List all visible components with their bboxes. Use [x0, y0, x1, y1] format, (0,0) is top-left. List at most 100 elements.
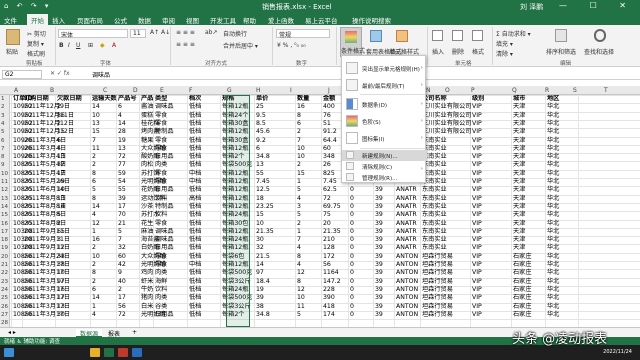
table-cell[interactable]: VIP	[472, 261, 482, 269]
table-cell[interactable]: ANTON	[396, 278, 418, 286]
table-cell[interactable]: 石家庄	[513, 269, 532, 277]
menu-clear-rules[interactable]: 清除规则(C) ›	[342, 161, 427, 172]
table-cell[interactable]: 零食	[155, 220, 167, 228]
table-cell[interactable]: 东南实业	[422, 228, 447, 236]
column-header[interactable]: J	[328, 87, 330, 94]
table-cell[interactable]: 60	[118, 253, 126, 261]
table-cell[interactable]: 40	[118, 278, 126, 286]
table-cell[interactable]: 39	[375, 203, 383, 211]
table-cell[interactable]: ANATR	[396, 195, 417, 203]
row-header[interactable]: 11	[1, 179, 8, 185]
table-cell[interactable]: 沙茶	[141, 203, 153, 211]
table-cell[interactable]: 0	[350, 228, 354, 236]
table-cell[interactable]: 33	[57, 253, 65, 261]
table-cell[interactable]: 天津	[513, 244, 525, 252]
align-top-icon[interactable]: ≡ ≡ ≡	[176, 29, 195, 36]
table-cell[interactable]: 坦森行贸易	[422, 303, 453, 311]
header-cell[interactable]: 金额	[323, 95, 335, 103]
format-cells-icon[interactable]	[472, 30, 483, 41]
table-cell[interactable]: VIP	[472, 153, 482, 161]
table-cell[interactable]: 39	[375, 286, 383, 294]
menu-highlight-cells-rules[interactable]: 突出显示单元格规则(H) ›	[342, 60, 427, 76]
table-cell[interactable]: 天津	[513, 161, 525, 169]
table-cell[interactable]: 调味品	[155, 228, 174, 236]
table-cell[interactable]: 34.8	[256, 153, 270, 161]
table-cell[interactable]: 酱油	[141, 103, 153, 111]
table-cell[interactable]: 8	[297, 278, 301, 286]
row-header[interactable]: 19	[1, 245, 8, 251]
table-cell[interactable]: VIP	[472, 128, 482, 136]
tab-addin-functions[interactable]: 爱上函数	[268, 15, 294, 25]
table-cell[interactable]: 51	[323, 120, 331, 128]
table-cell[interactable]: ANTON	[396, 253, 418, 261]
tab-developer[interactable]: 开发工具	[210, 15, 236, 25]
column-header[interactable]: P	[471, 87, 475, 94]
table-cell[interactable]: 4	[92, 211, 96, 219]
table-cell[interactable]: 日用品	[155, 311, 174, 319]
find-select-button[interactable]: 查找和选择	[584, 47, 614, 56]
table-cell[interactable]: 坦森行贸易	[422, 269, 453, 277]
table-cell[interactable]: 7.45	[323, 178, 337, 186]
table-cell[interactable]: 39	[375, 269, 383, 277]
font-size-grow-icon[interactable]: A↑ A↓	[150, 29, 170, 36]
table-cell[interactable]: 2011年12月12日	[24, 128, 74, 136]
table-cell[interactable]: 肉类	[155, 161, 167, 169]
copy-button[interactable]: 复制 ▾	[27, 39, 44, 48]
add-sheet-button[interactable]: +	[128, 329, 141, 337]
table-cell[interactable]: 东南实业	[422, 186, 447, 194]
tab-formulas[interactable]: 公式	[114, 15, 127, 25]
column-header[interactable]: Q	[512, 87, 517, 94]
table-cell[interactable]: 97	[256, 269, 264, 277]
table-cell[interactable]: 2	[297, 161, 301, 169]
table-cell[interactable]: 华北	[547, 244, 559, 252]
menu-data-bars[interactable]: 数据条(D) ›	[342, 96, 427, 112]
table-cell[interactable]: 16	[57, 286, 65, 294]
table-cell[interactable]: 饮料	[155, 286, 167, 294]
table-cell[interactable]: 天津	[513, 145, 525, 153]
delete-cells-button[interactable]: 删除	[452, 47, 464, 56]
table-cell[interactable]: 低档	[189, 203, 201, 211]
table-cell[interactable]: 62.5	[323, 186, 337, 194]
table-cell[interactable]: 天津	[513, 103, 525, 111]
table-cell[interactable]: 2	[57, 120, 61, 128]
table-cell[interactable]: VIP	[472, 311, 482, 319]
table-cell[interactable]: 华北	[547, 186, 559, 194]
column-header[interactable]: G	[227, 87, 232, 94]
column-header[interactable]: E	[160, 87, 164, 94]
table-cell[interactable]: 17	[118, 294, 126, 302]
table-cell[interactable]: 日用品	[155, 186, 174, 194]
conditional-format-button[interactable]: 条件格式	[340, 27, 365, 57]
autosum-button[interactable]: Σ 自动求和 ▾	[496, 29, 531, 38]
table-cell[interactable]: 56	[323, 261, 331, 269]
table-cell[interactable]: 2	[297, 220, 301, 228]
table-cell[interactable]: ANATR	[396, 236, 417, 244]
table-cell[interactable]: 39	[375, 211, 383, 219]
table-cell[interactable]: 12	[92, 220, 100, 228]
table-cell[interactable]: 39	[375, 236, 383, 244]
row-header[interactable]: 5	[1, 129, 5, 135]
table-cell[interactable]: 14	[92, 203, 100, 211]
table-cell[interactable]: 牛奶	[141, 286, 153, 294]
table-cell[interactable]: VIP	[472, 303, 482, 311]
table-cell[interactable]: 4	[297, 195, 301, 203]
table-cell[interactable]: 华北	[547, 103, 559, 111]
start-icon[interactable]	[4, 348, 14, 357]
table-cell[interactable]: 6	[92, 286, 96, 294]
table-cell[interactable]: 23.25	[256, 203, 274, 211]
table-cell[interactable]: 39	[375, 311, 383, 319]
row-header[interactable]: 20	[1, 254, 8, 260]
table-cell[interactable]: 14	[118, 120, 126, 128]
table-cell[interactable]: 39	[375, 220, 383, 228]
row-header[interactable]: 6	[1, 138, 5, 144]
row-header[interactable]: 10	[1, 171, 8, 177]
table-cell[interactable]: 0	[350, 294, 354, 302]
table-cell[interactable]: 10	[92, 253, 100, 261]
find-select-icon[interactable]	[594, 29, 606, 42]
table-cell[interactable]: 75	[323, 211, 331, 219]
table-cell[interactable]: 低档	[189, 303, 201, 311]
table-cell[interactable]: 400	[323, 103, 335, 111]
table-cell[interactable]: 低档	[189, 128, 201, 136]
table-cell[interactable]: 39	[375, 253, 383, 261]
row-header[interactable]: 2	[1, 104, 5, 110]
tab-home[interactable]: 开始	[27, 14, 48, 25]
